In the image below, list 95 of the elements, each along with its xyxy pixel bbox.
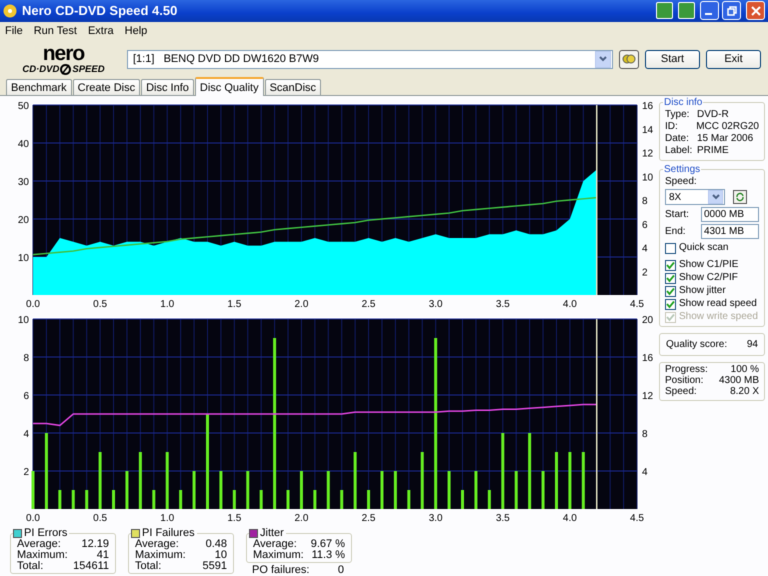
progress-label: Progress:	[665, 364, 708, 375]
logo-text: nero	[42, 43, 84, 64]
axis-label: 0.0	[26, 513, 40, 524]
axis-label: 4.5	[630, 299, 644, 310]
progress-label: Position:	[665, 375, 704, 386]
quality-value: 94	[746, 339, 758, 350]
quality-label: Quality score:	[666, 339, 728, 350]
axis-label: 14	[642, 124, 654, 136]
axis-label: 2	[23, 467, 29, 478]
axis-label: 8	[23, 353, 29, 364]
axis-label: 16	[642, 101, 654, 112]
checkbox-label: Quick scan	[679, 242, 728, 254]
progress-value: 4300 MB	[718, 375, 759, 386]
checkbox-label: Show C2/PIF	[679, 272, 738, 284]
axis-label: 6	[642, 220, 648, 231]
progress-label: Speed:	[665, 386, 697, 397]
checkbox-label: Show write speed	[679, 311, 758, 323]
axis-label: 4.5	[630, 513, 644, 524]
info-value: MCC 02RG20	[696, 121, 759, 133]
info-label: ID:	[665, 121, 679, 133]
axis-label: 0.0	[26, 299, 40, 310]
axis-label: 4.0	[562, 299, 577, 310]
axis-label: 2.5	[362, 513, 376, 524]
stat-value: 10	[214, 550, 227, 561]
axis-label: 2.0	[294, 513, 308, 524]
stat-value: 0.48	[206, 539, 227, 550]
group-title: PI Errors	[24, 528, 68, 539]
info-value: DVD-R	[697, 109, 729, 121]
info-value: 15 Mar 2006	[697, 133, 754, 145]
info-label: Type:	[665, 109, 690, 121]
axis-label: 4.0	[562, 513, 577, 524]
stat-label: Average:	[17, 539, 61, 550]
axis-label: 12	[642, 391, 654, 402]
stat-value: 41	[96, 550, 109, 561]
axis-label: 10	[18, 253, 29, 264]
stat-label: Maximum:	[253, 550, 304, 561]
axis-label: 8	[642, 196, 648, 207]
logo-text: SPEED	[72, 65, 105, 74]
axis-label: 3.0	[428, 299, 443, 310]
stat-value: 9.67 %	[310, 539, 345, 550]
stat-label: Average:	[253, 539, 297, 550]
field-label: Start:	[665, 209, 689, 220]
axis-label: 3.0	[428, 513, 443, 524]
axis-label: 2.5	[362, 299, 376, 310]
axis-label: 0.5	[93, 513, 108, 524]
group-title: Jitter	[260, 528, 284, 539]
stat-label: PO failures:	[252, 565, 310, 576]
axis-label: 1.5	[227, 513, 242, 524]
axis-label: 40	[18, 139, 29, 150]
checkbox-label: Show jitter	[679, 285, 726, 297]
axis-label: 3.5	[496, 513, 510, 524]
info-value: PRIME	[697, 145, 729, 157]
axis-label: 8	[642, 429, 648, 440]
axis-label: 10	[18, 315, 29, 326]
axis-label: 2	[642, 267, 648, 278]
axis-label: 3.5	[496, 299, 510, 310]
axis-label: 50	[18, 101, 29, 112]
axis-label: 10	[642, 172, 654, 184]
axis-label: 6	[23, 391, 29, 402]
group-title: Disc info	[663, 97, 704, 108]
field-label: Speed:	[665, 176, 698, 187]
axis-label: 0.5	[93, 299, 108, 310]
stat-label: Maximum:	[17, 550, 68, 561]
stat-value: 5591	[202, 561, 227, 572]
checkbox-label: Show read speed	[679, 298, 757, 310]
field-label: End:	[665, 226, 686, 237]
stat-label: Total:	[17, 561, 44, 572]
group-title: Settings	[663, 164, 702, 175]
info-label: Label:	[665, 145, 694, 157]
progress-value: 8.20 X	[730, 386, 759, 397]
stat-value: 0	[338, 565, 344, 576]
info-label: Date:	[665, 133, 690, 145]
stat-value: 11.3 %	[312, 550, 345, 561]
axis-label: 12	[642, 148, 654, 160]
axis-label: 1.0	[160, 513, 174, 524]
group-title: PI Failures	[142, 528, 195, 539]
stat-label: Maximum:	[135, 550, 186, 561]
axis-label: 16	[642, 353, 654, 364]
axis-label: 1.0	[160, 299, 174, 310]
checkbox-label: Show C1/PIE	[679, 259, 738, 271]
axis-label: 1.5	[227, 299, 242, 310]
axis-label: 4	[642, 244, 648, 254]
logo-text: CD·DVD	[22, 65, 60, 74]
window-title: Nero CD-DVD Speed 4.50	[22, 3, 178, 18]
axis-label: 2.0	[294, 299, 308, 310]
stat-value: 154611	[73, 561, 109, 572]
axis-label: 20	[18, 215, 29, 226]
axis-label: 4	[642, 467, 648, 478]
stat-label: Total:	[135, 561, 162, 572]
axis-label: 4	[23, 429, 29, 440]
axis-label: 30	[18, 177, 29, 188]
axis-label: 20	[642, 315, 654, 326]
stat-label: Average:	[135, 539, 179, 550]
stat-value: 12.19	[81, 539, 109, 550]
progress-value: 100 %	[730, 364, 759, 375]
